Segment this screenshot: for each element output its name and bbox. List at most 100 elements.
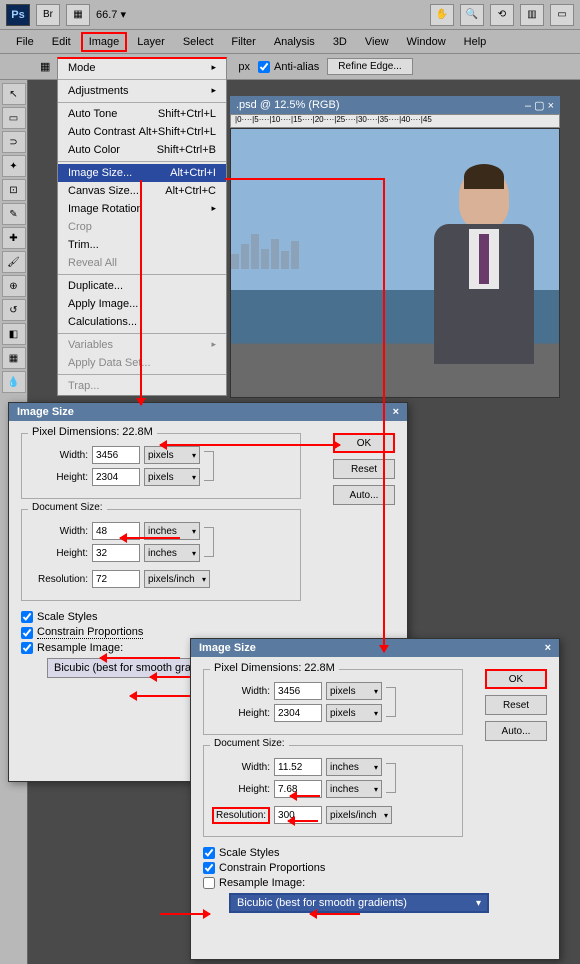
height-label: Height:	[212, 708, 270, 719]
lasso-tool-icon[interactable]: ⊃	[2, 131, 26, 153]
document-titlebar[interactable]: .psd @ 12.5% (RGB) – ▢ ×	[230, 96, 560, 114]
menu-crop: Crop	[58, 218, 226, 236]
wand-tool-icon[interactable]: ✦	[2, 155, 26, 177]
auto-button[interactable]: Auto...	[333, 485, 395, 505]
menu-mode[interactable]: Mode	[58, 59, 226, 77]
menu-image-rotation[interactable]: Image Rotation	[58, 200, 226, 218]
eyedropper-tool-icon[interactable]: ✎	[2, 203, 26, 225]
doc-height-unit-select[interactable]: inches	[326, 780, 382, 798]
menu-trim[interactable]: Trim...	[58, 236, 226, 254]
width-label: Width:	[30, 450, 88, 461]
reset-button[interactable]: Reset	[485, 695, 547, 715]
menu-adjustments[interactable]: Adjustments	[58, 82, 226, 100]
scale-styles-checkbox[interactable]: Scale Styles	[21, 611, 395, 623]
menu-file[interactable]: File	[8, 32, 42, 52]
move-tool-icon[interactable]: ↖	[2, 83, 26, 105]
resolution-input[interactable]	[92, 570, 140, 588]
menu-trap: Trap...	[58, 377, 226, 395]
menu-image-size[interactable]: Image Size...Alt+Ctrl+I	[58, 164, 226, 182]
menu-3d[interactable]: 3D	[325, 32, 355, 52]
scale-styles-checkbox[interactable]: Scale Styles	[203, 847, 547, 859]
doc-height-label: Height:	[212, 784, 270, 795]
reset-button[interactable]: Reset	[333, 459, 395, 479]
menu-view[interactable]: View	[357, 32, 397, 52]
menu-duplicate[interactable]: Duplicate...	[58, 277, 226, 295]
menu-image[interactable]: Image	[81, 32, 128, 52]
menu-select[interactable]: Select	[175, 32, 222, 52]
resample-method-select[interactable]: Bicubic (best for smooth gradients)	[229, 893, 489, 913]
width-unit-select[interactable]: pixels	[144, 446, 200, 464]
height-label: Height:	[30, 472, 88, 483]
canvas[interactable]	[230, 128, 560, 398]
menu-help[interactable]: Help	[456, 32, 495, 52]
annotation-arrow	[130, 695, 190, 697]
width-input[interactable]	[92, 446, 140, 464]
zoom-icon[interactable]: 🔍	[460, 4, 484, 26]
antialias-checkbox[interactable]: Anti-alias	[258, 61, 319, 73]
heal-tool-icon[interactable]: ✚	[2, 227, 26, 249]
mb-icon[interactable]: ▦	[66, 4, 90, 26]
menu-layer[interactable]: Layer	[129, 32, 173, 52]
menu-auto-tone[interactable]: Auto ToneShift+Ctrl+L	[58, 105, 226, 123]
doc-height-input[interactable]	[92, 544, 140, 562]
height-input[interactable]	[92, 468, 140, 486]
px-label: px	[238, 61, 250, 73]
doc-height-unit-select[interactable]: inches	[144, 544, 200, 562]
annotation-arrow	[290, 795, 320, 797]
eraser-tool-icon[interactable]: ◧	[2, 323, 26, 345]
screen-icon[interactable]: ▭	[550, 4, 574, 26]
annotation-arrow	[140, 180, 142, 405]
rotate-icon[interactable]: ⟲	[490, 4, 514, 26]
width-unit-select[interactable]: pixels	[326, 682, 382, 700]
menu-calculations[interactable]: Calculations...	[58, 313, 226, 331]
height-input[interactable]	[274, 704, 322, 722]
resample-image-checkbox[interactable]: Resample Image:	[203, 877, 547, 889]
link-icon	[204, 451, 214, 481]
doc-width-unit-select[interactable]: inches	[326, 758, 382, 776]
annotation-arrow	[310, 913, 360, 915]
width-input[interactable]	[274, 682, 322, 700]
close-icon[interactable]: ×	[545, 642, 551, 654]
dialog-titlebar[interactable]: Image Size×	[9, 403, 407, 421]
height-unit-select[interactable]: pixels	[144, 468, 200, 486]
resolution-unit-select[interactable]: pixels/inch	[326, 806, 392, 824]
pixel-size-value: 22.8M	[304, 662, 335, 674]
close-icon[interactable]: ×	[393, 406, 399, 418]
menu-auto-contrast[interactable]: Auto ContrastAlt+Shift+Ctrl+L	[58, 123, 226, 141]
arrange-icon[interactable]: ▥	[520, 4, 544, 26]
menu-auto-color[interactable]: Auto ColorShift+Ctrl+B	[58, 141, 226, 159]
menu-edit[interactable]: Edit	[44, 32, 79, 52]
auto-button[interactable]: Auto...	[485, 721, 547, 741]
gradient-tool-icon[interactable]: ▦	[2, 347, 26, 369]
annotation-arrow	[225, 178, 385, 180]
menu-window[interactable]: Window	[399, 32, 454, 52]
menu-apply-image[interactable]: Apply Image...	[58, 295, 226, 313]
annotation-arrow	[120, 537, 180, 539]
history-tool-icon[interactable]: ↺	[2, 299, 26, 321]
height-unit-select[interactable]: pixels	[326, 704, 382, 722]
link-icon	[386, 763, 396, 793]
constrain-proportions-checkbox[interactable]: Constrain Proportions	[203, 862, 547, 874]
hand-icon[interactable]: ✋	[430, 4, 454, 26]
marquee-tool-icon[interactable]: ▭	[2, 107, 26, 129]
menu-canvas-size[interactable]: Canvas Size...Alt+Ctrl+C	[58, 182, 226, 200]
marquee-tool-icon[interactable]: ▦	[40, 60, 50, 73]
pixel-size-value: 22.8M	[122, 426, 153, 438]
crop-tool-icon[interactable]: ⊡	[2, 179, 26, 201]
dialog-titlebar[interactable]: Image Size×	[191, 639, 559, 657]
window-controls-icon[interactable]: – ▢ ×	[525, 99, 554, 112]
photo-subject	[429, 169, 539, 379]
menu-analysis[interactable]: Analysis	[266, 32, 323, 52]
annotation-arrow	[383, 178, 385, 438]
zoom-value[interactable]: 66.7 ▾	[96, 8, 126, 21]
stamp-tool-icon[interactable]: ⊕	[2, 275, 26, 297]
blur-tool-icon[interactable]: 💧	[2, 371, 26, 393]
ok-button[interactable]: OK	[485, 669, 547, 689]
bridge-icon[interactable]: Br	[36, 4, 60, 26]
refine-edge-button[interactable]: Refine Edge...	[327, 58, 412, 75]
brush-tool-icon[interactable]: 🖌	[2, 251, 26, 273]
resolution-unit-select[interactable]: pixels/inch	[144, 570, 210, 588]
doc-width-input[interactable]	[274, 758, 322, 776]
annotation-arrow	[160, 444, 340, 446]
menu-filter[interactable]: Filter	[223, 32, 263, 52]
